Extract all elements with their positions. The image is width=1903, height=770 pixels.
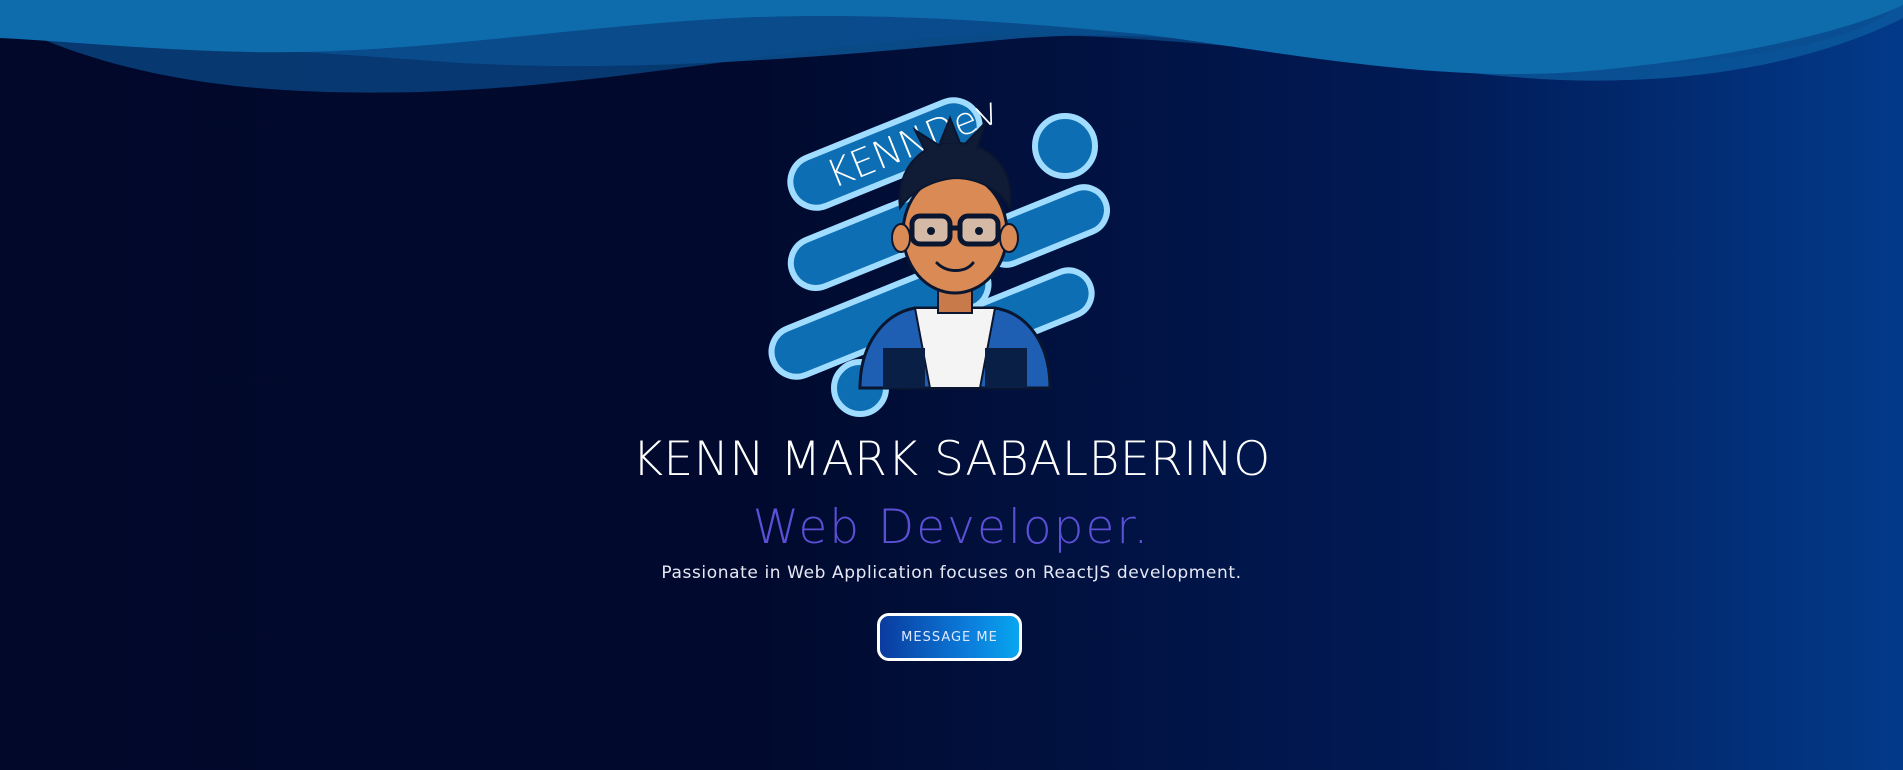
kenndev-logo: KENNDev (768, 88, 1110, 417)
hero-name: KENN MARK SABALBERINO (632, 432, 1271, 487)
hero-section: KENNDev KENN MARK SABALBERINO Web Develo… (0, 0, 1903, 770)
hero-tagline: Passionate in Web Application focuses on… (661, 563, 1242, 583)
message-me-button[interactable]: MESSAGE ME (877, 613, 1022, 661)
hero-role: Web Developer. (752, 500, 1151, 555)
